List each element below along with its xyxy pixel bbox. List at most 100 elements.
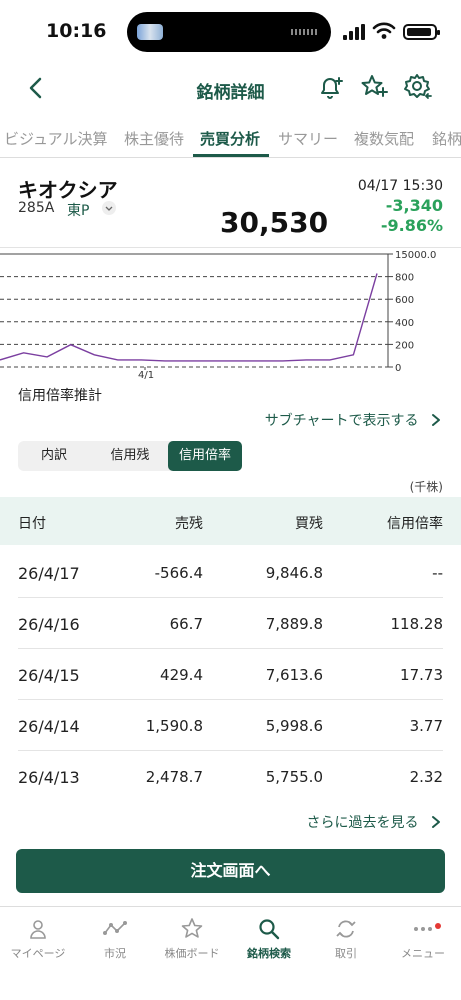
dynamic-island: [127, 12, 331, 52]
tab-stock[interactable]: 銘柄: [432, 128, 461, 149]
market-selector[interactable]: 東P: [67, 200, 89, 220]
y-tick-label: 0: [395, 363, 401, 374]
nav-stock-board-label: 株価ボード: [164, 947, 220, 960]
cell-sell: 2,478.7: [145, 768, 203, 786]
nav-stock-search[interactable]: 銘柄検索: [231, 917, 307, 961]
margin-ratio-chart: 15000.0 800 600 400 200 0 4/1: [0, 250, 461, 380]
star-icon: [181, 918, 203, 938]
segment-breakdown[interactable]: 内訳: [18, 441, 90, 471]
price-change-percent: -9.86%: [380, 216, 443, 235]
header-date: 日付: [18, 516, 46, 532]
status-bar: 10:16: [0, 0, 461, 60]
stock-code: 285A: [18, 200, 55, 216]
table-row: 26/4/13 2,478.7 5,755.0 2.32: [0, 751, 461, 802]
cell-date: 26/4/16: [18, 615, 80, 634]
nav-market-label: 市況: [104, 947, 126, 960]
y-tick-label: 200: [395, 340, 414, 351]
nav-menu-label: メニュー: [401, 947, 445, 960]
add-alert-bell-icon[interactable]: [316, 72, 346, 102]
nav-mypage[interactable]: マイページ: [0, 917, 76, 961]
wifi-icon: [372, 22, 396, 39]
order-screen-button[interactable]: 注文画面へ: [16, 849, 445, 893]
subchart-link-label: サブチャートで表示する: [264, 413, 419, 429]
chart-svg: 15000.0 800 600 400 200 0 4/1: [0, 250, 436, 380]
cell-sell: -566.4: [154, 564, 203, 582]
table-row: 26/4/16 66.7 7,889.8 118.28: [0, 598, 461, 649]
tab-visual-earnings[interactable]: ビジュアル決算: [4, 128, 108, 149]
bottom-navigation: マイページ 市況 株価ボード 銘柄検索 取引 メニュー: [0, 906, 461, 1000]
y-tick-label: 400: [395, 318, 414, 329]
market-trend-icon: [103, 921, 127, 935]
cell-ratio: 2.32: [409, 768, 443, 786]
audio-wave-icon: [291, 29, 317, 35]
nav-market[interactable]: 市況: [77, 917, 153, 961]
quote-datetime: 04/17 15:30: [357, 178, 443, 194]
cell-buy: 9,846.8: [265, 564, 323, 582]
cell-buy: 5,755.0: [265, 768, 323, 786]
nav-trade-label: 取引: [335, 947, 357, 960]
cell-date: 26/4/14: [18, 717, 80, 736]
header-sell-balance: 売残: [175, 516, 203, 532]
subchart-link[interactable]: サブチャートで表示する: [265, 410, 443, 430]
cell-ratio: --: [432, 564, 443, 582]
nav-menu[interactable]: メニュー: [385, 917, 461, 961]
add-favorite-star-icon[interactable]: [359, 72, 389, 102]
segment-margin-balance[interactable]: 信用残: [94, 441, 166, 471]
segment-margin-ratio[interactable]: 信用倍率: [168, 441, 242, 471]
tab-shareholder-benefits[interactable]: 株主優待: [124, 128, 184, 149]
chevron-right-icon: [432, 816, 440, 828]
table-row: 26/4/14 1,590.8 5,998.6 3.77: [0, 700, 461, 751]
cell-date: 26/4/15: [18, 666, 80, 685]
chevron-down-icon[interactable]: [102, 201, 116, 215]
y-tick-label: 800: [395, 273, 414, 284]
trade-cycle-icon: [336, 920, 356, 938]
nav-stock-board[interactable]: 株価ボード: [154, 917, 230, 961]
cell-buy: 5,998.6: [265, 717, 323, 735]
nav-trade[interactable]: 取引: [308, 917, 384, 961]
signal-icon: [343, 24, 365, 40]
page-title: 銘柄詳細: [196, 83, 265, 103]
cell-sell: 1,590.8: [145, 717, 203, 735]
cell-buy: 7,889.8: [265, 615, 323, 633]
settings-gear-icon[interactable]: [403, 72, 433, 102]
current-price: 30,530: [220, 206, 329, 239]
active-tab-indicator: [193, 154, 269, 157]
cell-date: 26/4/13: [18, 768, 80, 787]
cell-sell: 429.4: [160, 666, 203, 684]
cell-ratio: 17.73: [400, 666, 443, 684]
tab-multi-quotes[interactable]: 複数気配: [354, 128, 414, 149]
nav-header: 銘柄詳細: [0, 62, 461, 114]
more-history-link[interactable]: さらに過去を見る: [307, 812, 443, 832]
chevron-right-icon: [432, 414, 440, 426]
stock-name: キオクシア: [18, 178, 118, 202]
unit-label: (千株): [409, 480, 443, 494]
tab-trade-analysis[interactable]: 売買分析: [200, 128, 260, 149]
more-dots-icon: [414, 927, 432, 931]
search-icon: [259, 919, 280, 940]
header-margin-ratio: 信用倍率: [387, 516, 443, 532]
notification-dot: [435, 923, 441, 929]
table-row: 26/4/15 429.4 7,613.6 17.73: [0, 649, 461, 700]
tab-summary[interactable]: サマリー: [278, 128, 338, 149]
segment-control: 内訳 信用残 信用倍率: [18, 441, 242, 471]
y-tick-label: 15000.0: [395, 250, 436, 261]
cell-buy: 7,613.6: [265, 666, 323, 684]
more-history-label: さらに過去を見る: [306, 815, 419, 831]
table-header: 日付 売残 買残 信用倍率: [0, 497, 461, 545]
x-tick-label: 4/1: [138, 370, 154, 380]
stock-header: キオクシア 285A 東P 04/17 15:30 30,530 -3,340 …: [0, 170, 461, 248]
cell-date: 26/4/17: [18, 564, 80, 583]
section-label: 信用倍率推計: [18, 388, 102, 404]
table-row: 26/4/17 -566.4 9,846.8 --: [0, 547, 461, 598]
media-thumbnail-icon: [137, 24, 163, 40]
status-time: 10:16: [46, 20, 107, 42]
nav-mypage-label: マイページ: [10, 947, 66, 960]
section-tabs: ビジュアル決算 株主優待 売買分析 サマリー 複数気配 銘柄: [0, 118, 461, 158]
header-buy-balance: 買残: [295, 516, 323, 532]
nav-stock-search-label: 銘柄検索: [247, 947, 291, 960]
battery-icon: [403, 24, 440, 40]
person-icon: [30, 920, 46, 939]
cell-sell: 66.7: [169, 615, 203, 633]
cell-ratio: 118.28: [390, 615, 444, 633]
cell-ratio: 3.77: [409, 717, 443, 735]
